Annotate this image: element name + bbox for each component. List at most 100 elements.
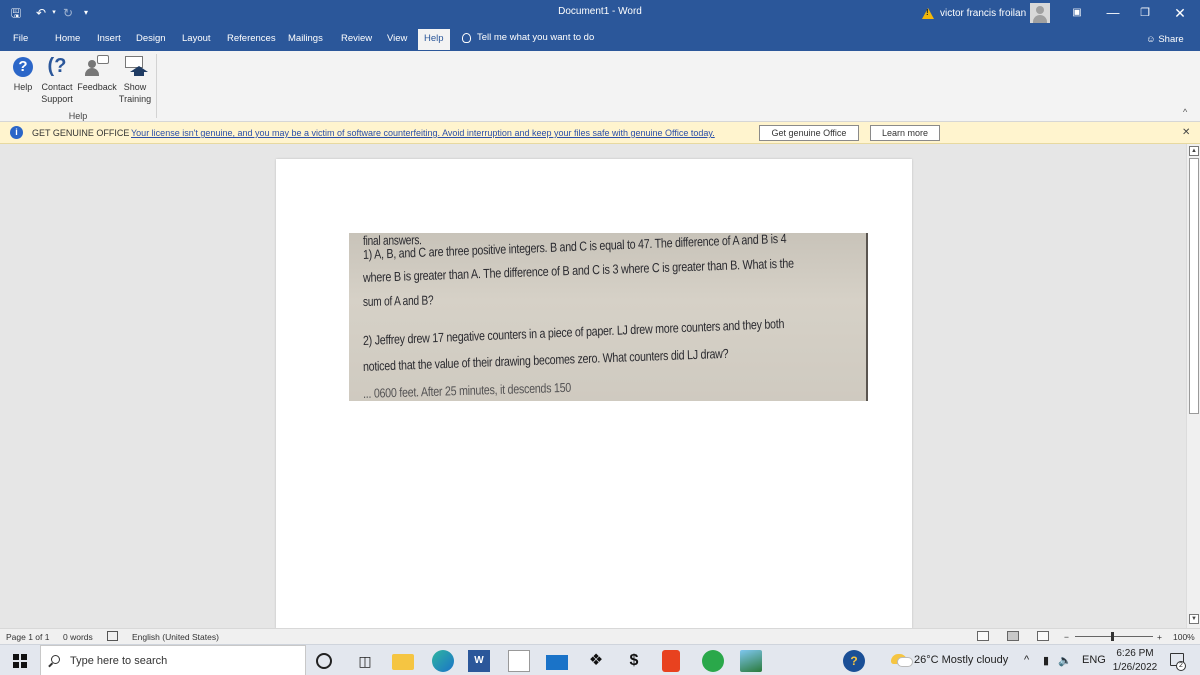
picture-text-line: sum of A and B? (362, 292, 434, 309)
dropbox-icon[interactable]: ❖ (585, 650, 607, 672)
scroll-up-icon[interactable]: ▲ (1189, 146, 1199, 156)
warning-icon (922, 7, 934, 19)
show-training-label-2: Training (118, 94, 152, 104)
feedback-button[interactable]: Feedback (76, 55, 118, 93)
tab-references[interactable]: References (227, 33, 276, 44)
document-name: Document1 (558, 6, 610, 17)
show-hidden-icons[interactable]: ^ (1024, 654, 1029, 666)
picture-text-line: 2) Jeffrey drew 17 negative counters in … (362, 315, 785, 348)
file-explorer-icon[interactable] (392, 654, 414, 670)
zoom-out-button[interactable]: − (1064, 632, 1069, 642)
money-app-icon[interactable]: $ (623, 650, 645, 672)
document-page[interactable]: final answers. 1) A, B, and C are three … (276, 159, 912, 629)
tab-insert[interactable]: Insert (97, 33, 121, 44)
help-app-icon[interactable]: ? (843, 650, 865, 672)
windows-start-icon[interactable] (13, 654, 27, 668)
ribbon-display-options-icon[interactable]: ▣ (1059, 0, 1095, 26)
page-count[interactable]: Page 1 of 1 (6, 632, 49, 642)
scrollbar-thumb[interactable] (1189, 158, 1199, 414)
learn-more-button[interactable]: Learn more (870, 125, 940, 141)
web-layout-icon[interactable] (1037, 631, 1049, 641)
store-icon[interactable] (508, 650, 530, 672)
edge-browser-icon[interactable] (432, 650, 454, 672)
ribbon-group-label: Help (68, 111, 88, 121)
contact-support-label-2: Support (41, 94, 73, 104)
info-icon: i (10, 126, 23, 139)
feedback-icon (84, 55, 110, 77)
proofing-icon[interactable] (107, 631, 118, 641)
task-view-icon[interactable]: ◫ (354, 650, 376, 672)
collapse-ribbon-icon[interactable]: ^ (1183, 107, 1187, 117)
show-training-label-1: Show (123, 82, 147, 92)
tab-help[interactable]: Help (418, 29, 450, 50)
training-icon (122, 55, 148, 77)
scroll-down-icon[interactable]: ▼ (1189, 614, 1199, 624)
battery-icon[interactable]: ▮ (1043, 654, 1049, 667)
office-app-icon[interactable] (662, 650, 680, 672)
cortana-icon[interactable] (316, 653, 332, 669)
volume-icon[interactable]: 🔈 (1058, 654, 1072, 667)
green-app-icon[interactable] (702, 650, 724, 672)
search-icon (51, 655, 60, 664)
close-message-bar-icon[interactable]: ✕ (1182, 127, 1190, 138)
status-bar: Page 1 of 1 0 words English (United Stat… (0, 628, 1200, 644)
taskbar-search-box[interactable]: Type here to search (40, 645, 306, 675)
word-count[interactable]: 0 words (63, 632, 93, 642)
close-icon[interactable]: ✕ (1162, 0, 1198, 26)
help-button[interactable]: ? Help (10, 55, 36, 93)
minimize-icon[interactable]: — (1095, 0, 1131, 26)
word-app-icon[interactable]: W (468, 650, 490, 672)
tab-file[interactable]: File (13, 33, 28, 44)
search-placeholder[interactable]: Type here to search (70, 655, 167, 667)
notification-count: 2 (1176, 661, 1186, 671)
language-status[interactable]: English (United States) (132, 632, 219, 642)
system-clock[interactable]: 6:26 PM 1/26/2022 (1110, 647, 1160, 675)
weather-icon (891, 654, 913, 667)
print-layout-icon[interactable] (1007, 631, 1019, 641)
account-area[interactable]: victor francis froilan (922, 4, 1026, 22)
license-warning-link[interactable]: Your license isn't genuine, and you may … (131, 128, 715, 138)
contact-support-label-1: Contact (41, 82, 73, 92)
read-mode-icon[interactable] (977, 631, 989, 641)
zoom-slider-thumb[interactable] (1111, 632, 1114, 641)
help-button-label: Help (13, 82, 33, 92)
clock-date: 1/26/2022 (1112, 662, 1158, 673)
zoom-in-button[interactable]: + (1157, 632, 1162, 642)
share-button[interactable]: ☺ Share (1146, 34, 1184, 45)
document-area[interactable]: final answers. 1) A, B, and C are three … (0, 144, 1186, 629)
avatar[interactable] (1030, 3, 1050, 23)
tab-home[interactable]: Home (55, 33, 80, 44)
picture-text-line: noticed that the value of their drawing … (362, 345, 729, 374)
zoom-level[interactable]: 100% (1173, 632, 1195, 642)
show-training-button[interactable]: Show Training (116, 55, 154, 105)
tab-design[interactable]: Design (136, 33, 166, 44)
tell-me-text[interactable]: Tell me what you want to do (477, 32, 594, 43)
restore-icon[interactable]: ❐ (1127, 0, 1163, 26)
contact-support-button[interactable]: (? Contact Support (38, 55, 76, 105)
help-icon: ? (13, 57, 33, 77)
weather-status[interactable]: 26°C Mostly cloudy (914, 654, 1008, 666)
contact-support-icon: (? (47, 55, 67, 77)
share-label: Share (1158, 34, 1184, 45)
inserted-picture[interactable]: final answers. 1) A, B, and C are three … (349, 233, 868, 401)
user-name[interactable]: victor francis froilan (940, 8, 1026, 19)
photos-app-icon[interactable] (740, 650, 762, 672)
tab-mailings[interactable]: Mailings (288, 33, 323, 44)
feedback-label: Feedback (77, 82, 117, 92)
mail-icon[interactable] (546, 655, 568, 670)
clock-time: 6:26 PM (1116, 648, 1154, 659)
tab-view[interactable]: View (387, 33, 407, 44)
ribbon-group-divider (156, 54, 157, 118)
zoom-slider[interactable] (1075, 636, 1153, 637)
tab-review[interactable]: Review (341, 33, 372, 44)
lightbulb-icon (462, 32, 471, 43)
vertical-scrollbar[interactable]: ▲ ▼ (1186, 144, 1200, 628)
picture-text-line: where B is greater than A. The differenc… (362, 255, 794, 285)
get-genuine-office-button[interactable]: Get genuine Office (759, 125, 859, 141)
picture-text-line: ... 0600 feet. After 25 minutes, it desc… (362, 379, 572, 401)
input-language[interactable]: ENG (1082, 654, 1106, 666)
person-icon: ☺ (1146, 34, 1156, 45)
tell-me-search[interactable]: Tell me what you want to do (462, 32, 594, 43)
tab-layout[interactable]: Layout (182, 33, 211, 44)
title-bar: 🖫 ↶ ▾ ↻ ▾ Document1 - Word victor franci… (0, 0, 1200, 26)
